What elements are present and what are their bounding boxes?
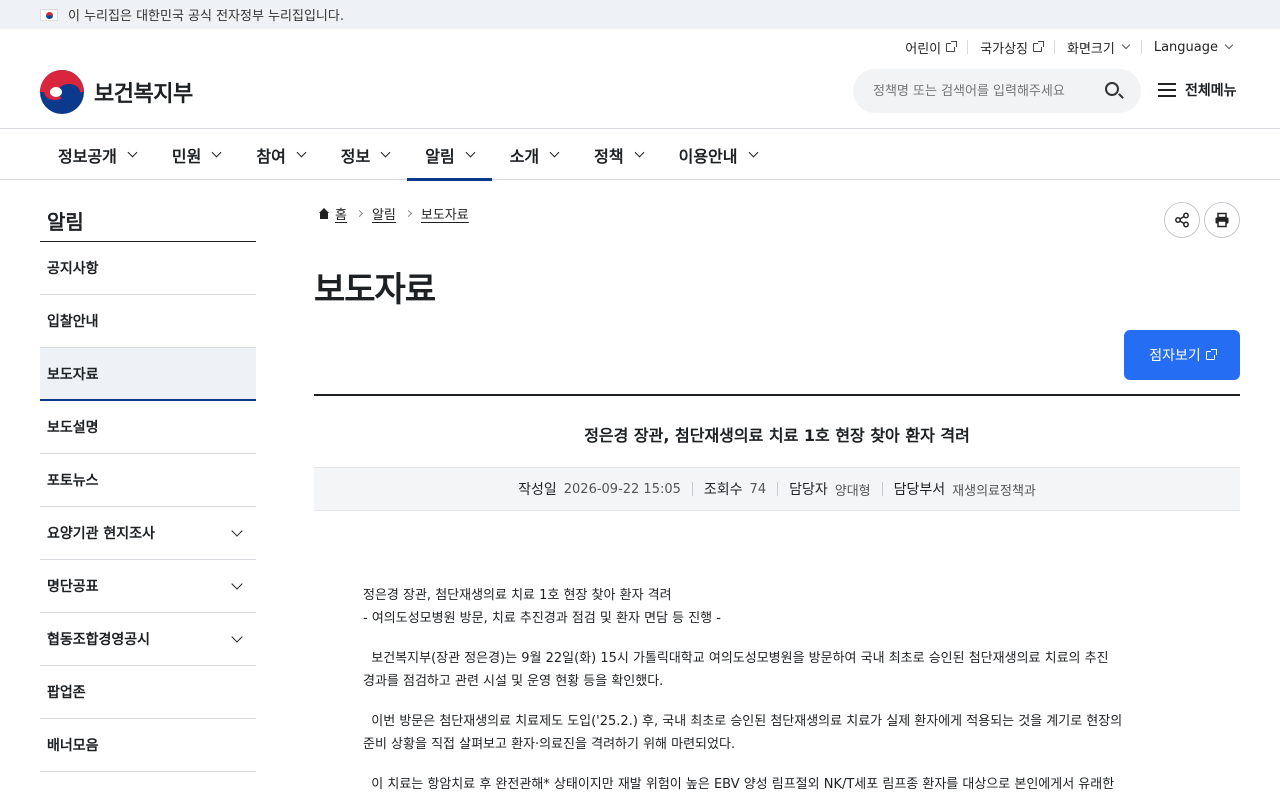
korea-flag-icon	[40, 8, 58, 21]
braille-view-button[interactable]: 점자보기	[1124, 330, 1240, 380]
side-nav-title: 알림	[40, 200, 256, 242]
main-nav: 정보공개 민원 참여 정보 알림 소개 정책 이용안내	[0, 128, 1280, 181]
body-paragraph: 정은경 장관, 첨단재생의료 치료 1호 현장 찾아 환자 격려 - 여의도성모…	[363, 588, 721, 626]
all-menu-button[interactable]: 전체메뉴	[1158, 80, 1237, 100]
side-nav: 알림 공지사항 입찰안내 보도자료 보도설명 포토뉴스 요양기관 현지조사 명단…	[40, 200, 256, 772]
breadcrumb: 홈 알림 보도자료	[318, 204, 469, 223]
nav-guide[interactable]: 이용안내	[661, 129, 775, 180]
sidebar-item-coop-disclosure[interactable]: 협동조합경영공시	[40, 613, 256, 666]
search-input[interactable]	[873, 83, 1093, 99]
search-box	[853, 69, 1141, 113]
article-title: 정은경 장관, 첨단재생의료 치료 1호 현장 찾아 환자 격려	[584, 426, 970, 445]
home-icon	[318, 208, 330, 219]
external-link-icon	[946, 40, 958, 52]
nav-policy[interactable]: 정책	[576, 129, 660, 180]
nav-info[interactable]: 정보	[323, 129, 407, 180]
nav-news[interactable]: 알림	[407, 129, 493, 181]
chevron-down-icon	[1121, 40, 1131, 50]
sidebar-item-list-disclosure[interactable]: 명단공표	[40, 560, 256, 613]
chevron-down-icon	[127, 147, 138, 158]
breadcrumb-press[interactable]: 보도자료	[421, 204, 469, 223]
gov-banner: 이 누리집은 대한민국 공식 전자정부 누리집입니다.	[0, 0, 1280, 29]
chevron-right-icon	[355, 209, 364, 218]
site-logo[interactable]: 보건복지부	[40, 70, 193, 114]
national-symbols-link[interactable]: 국가상징	[968, 40, 1055, 57]
search-icon[interactable]	[1105, 82, 1119, 96]
breadcrumb-news[interactable]: 알림	[372, 204, 396, 223]
taeguk-logo-icon	[40, 70, 84, 114]
chevron-down-icon	[465, 147, 476, 158]
nav-about[interactable]: 소개	[492, 129, 576, 180]
chevron-down-icon	[748, 147, 758, 158]
chevron-right-icon	[404, 209, 412, 218]
chevron-down-icon	[634, 147, 645, 158]
nav-info-disclosure[interactable]: 정보공개	[40, 129, 154, 180]
article-body: 정은경 장관, 첨단재생의료 치료 1호 현장 찾아 환자 격려 - 여의도성모…	[363, 584, 1183, 800]
chevron-down-icon	[211, 147, 222, 158]
body-paragraph: 이번 방문은 첨단재생의료 치료제도 도입('25.2.) 후, 국내 최초로 …	[363, 714, 1123, 752]
print-button[interactable]	[1204, 202, 1240, 238]
article-divider	[314, 394, 1240, 396]
kids-link[interactable]: 어린이	[893, 40, 969, 57]
sidebar-item-press-release[interactable]: 보도자료	[40, 348, 256, 401]
sidebar-item-onsite-survey[interactable]: 요양기관 현지조사	[40, 507, 256, 560]
breadcrumb-home[interactable]: 홈	[335, 204, 347, 223]
sidebar-item-banners[interactable]: 배너모음	[40, 719, 256, 772]
nav-civil[interactable]: 민원	[154, 129, 238, 180]
printer-icon	[1215, 212, 1229, 228]
gov-banner-text: 이 누리집은 대한민국 공식 전자정부 누리집입니다.	[68, 9, 344, 24]
share-icon	[1175, 212, 1189, 228]
nav-participation[interactable]: 참여	[238, 129, 322, 180]
share-button[interactable]	[1164, 202, 1200, 238]
language-dropdown[interactable]: Language	[1142, 40, 1234, 55]
sidebar-item-photo-news[interactable]: 포토뉴스	[40, 454, 256, 507]
external-link-icon	[1033, 40, 1044, 52]
chevron-down-icon	[231, 578, 243, 590]
body-paragraph: 보건복지부(장관 정은경)는 9월 22일(화) 15시 가톨릭대학교 여의도성…	[363, 651, 1109, 689]
chevron-down-icon	[380, 147, 391, 158]
sidebar-item-notice[interactable]: 공지사항	[40, 242, 256, 295]
chevron-down-icon	[549, 147, 560, 158]
meta-views: 조회수 74	[693, 482, 779, 498]
screen-size-dropdown[interactable]: 화면크기	[1055, 40, 1142, 57]
meta-department: 담당부서 재생의료정책과	[893, 482, 1036, 499]
meta-manager: 담당자 양대형	[778, 482, 883, 499]
chevron-down-icon	[1224, 40, 1234, 50]
utility-links: 어린이 국가상징 화면크기 Language	[893, 40, 1234, 57]
external-link-icon	[1205, 348, 1217, 360]
article-meta: 작성일 2026-09-22 15:05 조회수 74 담당자 양대형 담당부서 재생의…	[314, 467, 1240, 511]
meta-date: 작성일 2026-09-22 15:05	[507, 482, 693, 498]
page-title: 보도자료	[314, 270, 436, 310]
body-paragraph: 이 치료는 항암치료 후 완전관해* 상태이지만 재발 위험이 높은 EBV 양…	[363, 777, 1115, 792]
chevron-down-icon	[231, 525, 243, 537]
sidebar-item-bid[interactable]: 입찰안내	[40, 295, 256, 348]
hamburger-icon	[1158, 83, 1176, 97]
sidebar-item-popup-zone[interactable]: 팝업존	[40, 666, 256, 719]
sidebar-item-press-explanation[interactable]: 보도설명	[40, 401, 256, 454]
chevron-down-icon	[296, 147, 307, 158]
chevron-down-icon	[231, 631, 243, 643]
